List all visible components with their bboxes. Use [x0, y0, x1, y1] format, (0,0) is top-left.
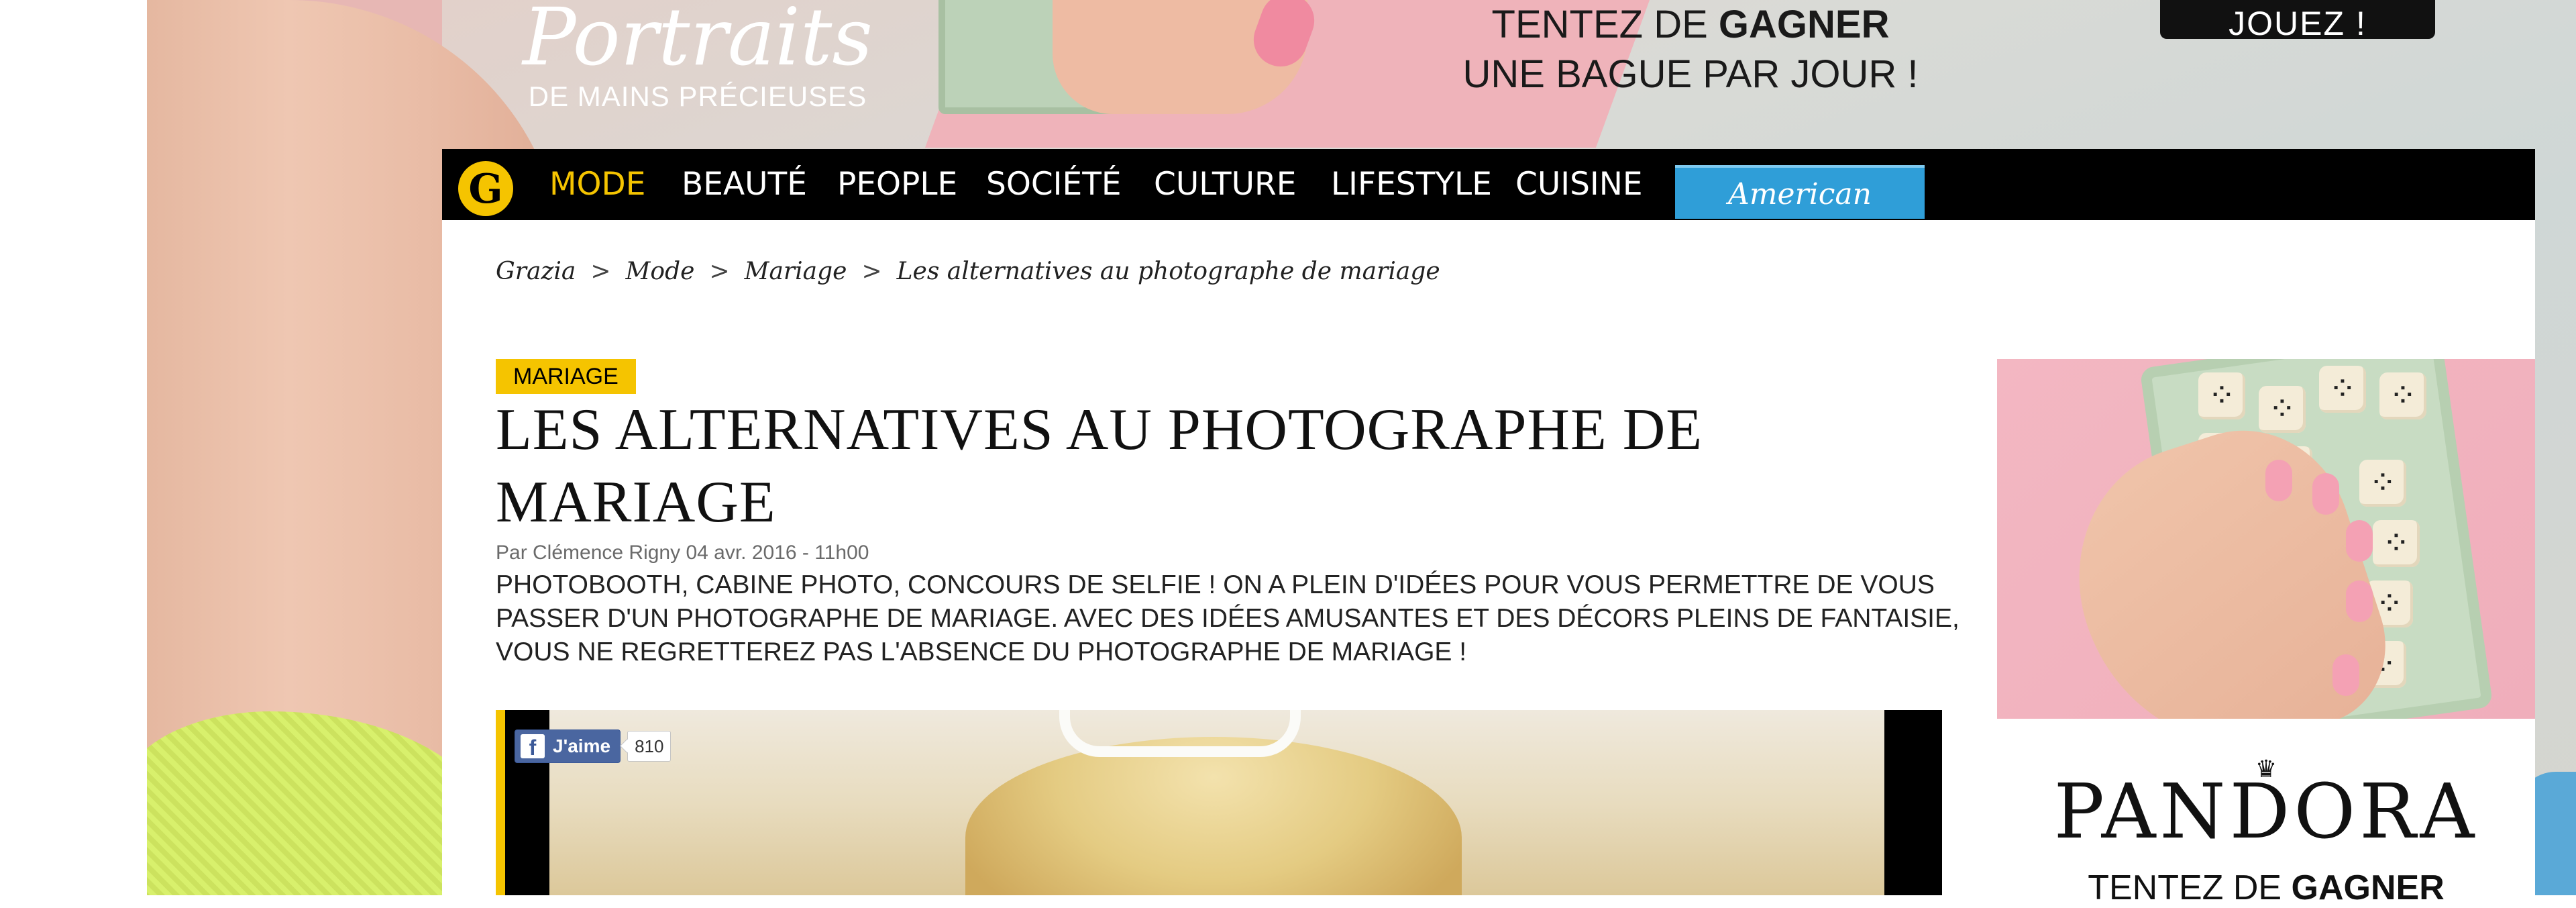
article-title: LES ALTERNATIVES AU PHOTOGRAPHE DE MARIA… [496, 397, 1703, 535]
breadcrumb-separator: > [590, 258, 611, 285]
ad-nail-image [2312, 473, 2339, 515]
dice-image [2359, 460, 2406, 507]
ad-nail-image [2346, 520, 2373, 562]
facebook-like-count: 810 [627, 731, 672, 762]
pandora-logo: PANDORA [2053, 768, 2479, 856]
grazia-logo-icon[interactable]: G [458, 161, 513, 216]
sidebar-pandora-ad[interactable]: ♛ PANDORA TENTEZ DE GAGNER [1997, 359, 2535, 907]
american-vintage-banner[interactable]: American Vintage [1675, 165, 1925, 265]
nav-item-mode[interactable]: MODE [549, 149, 645, 220]
top-ad-promo-text[interactable]: TENTEZ DE GAGNER UNE BAGUE PAR JOUR ! [1442, 0, 1939, 99]
pandora-promo-bold: GAGNER [2291, 868, 2445, 907]
category-tag[interactable]: MARIAGE [496, 359, 636, 394]
hero-hair-shape [965, 737, 1462, 895]
portraits-logo-subtitle: DE MAINS PRÉCIEUSES [528, 81, 867, 112]
facebook-like-widget: f J'aime 810 [515, 729, 672, 764]
article-byline: Par Clémence Rigny 04 avr. 2016 - 11h00 [496, 542, 869, 564]
dice-image [2198, 372, 2245, 419]
pandora-promo-text: TENTEZ DE GAGNER [1997, 868, 2535, 908]
hero-photo [549, 710, 1884, 895]
nav-item-lifestyle[interactable]: LIFESTYLE [1331, 149, 1492, 220]
play-now-button[interactable]: JOUEZ ! [2160, 0, 2435, 42]
ad-nail-image [2332, 654, 2359, 696]
promo-prefix: TENTEZ DE [1491, 3, 1708, 46]
breadcrumb-item-mode[interactable]: Mode [626, 258, 695, 285]
facebook-like-button[interactable]: f J'aime [515, 729, 621, 763]
main-navigation: G MODE BEAUTÉ PEOPLE SOCIÉTÉ CULTURE LIF… [442, 149, 2535, 265]
pandora-promo-prefix: TENTEZ DE [2088, 868, 2282, 907]
breadcrumb-separator: > [709, 258, 730, 285]
breadcrumb-item-grazia[interactable]: Grazia [496, 258, 576, 285]
portraits-ad-logo[interactable]: Portraits DE MAINS PRÉCIEUSES [510, 0, 885, 113]
hero-sunglasses-shape [1059, 710, 1301, 757]
site-content: G MODE BEAUTÉ PEOPLE SOCIÉTÉ CULTURE LIF… [442, 149, 2535, 907]
dice-image [2319, 366, 2366, 413]
promo-line-2: UNE BAGUE PAR JOUR ! [1462, 52, 1919, 96]
nav-item-cuisine[interactable]: CUISINE [1515, 149, 1643, 220]
nav-item-societe[interactable]: SOCIÉTÉ [986, 149, 1122, 220]
breadcrumb-separator: > [861, 258, 882, 285]
breadcrumb-item-current: Les alternatives au photographe de maria… [896, 258, 1440, 285]
dice-image [2373, 520, 2420, 567]
promo-bold: GAGNER [1718, 3, 1890, 46]
nav-item-people[interactable]: PEOPLE [837, 149, 957, 220]
article-hero-image[interactable]: f J'aime 810 [496, 710, 1942, 895]
facebook-like-label: J'aime [553, 736, 611, 756]
breadcrumb-item-mariage[interactable]: Mariage [745, 258, 847, 285]
dice-image [2379, 372, 2426, 419]
ad-nail-image [2346, 581, 2373, 622]
pandora-ad-photo [1997, 359, 2535, 719]
article-lede: PHOTOBOOTH, CABINE PHOTO, CONCOURS DE SE… [496, 570, 1960, 666]
hero-accent-bar [496, 710, 505, 895]
portraits-logo-script: Portraits [523, 0, 873, 83]
facebook-icon: f [521, 734, 545, 760]
dice-image [2259, 386, 2306, 433]
nav-item-culture[interactable]: CULTURE [1154, 149, 1296, 220]
nav-item-beaute[interactable]: BEAUTÉ [682, 149, 807, 220]
breadcrumb: Grazia > Mode > Mariage > Les alternatives au … [496, 258, 1440, 285]
ad-nail-image [2265, 460, 2292, 501]
